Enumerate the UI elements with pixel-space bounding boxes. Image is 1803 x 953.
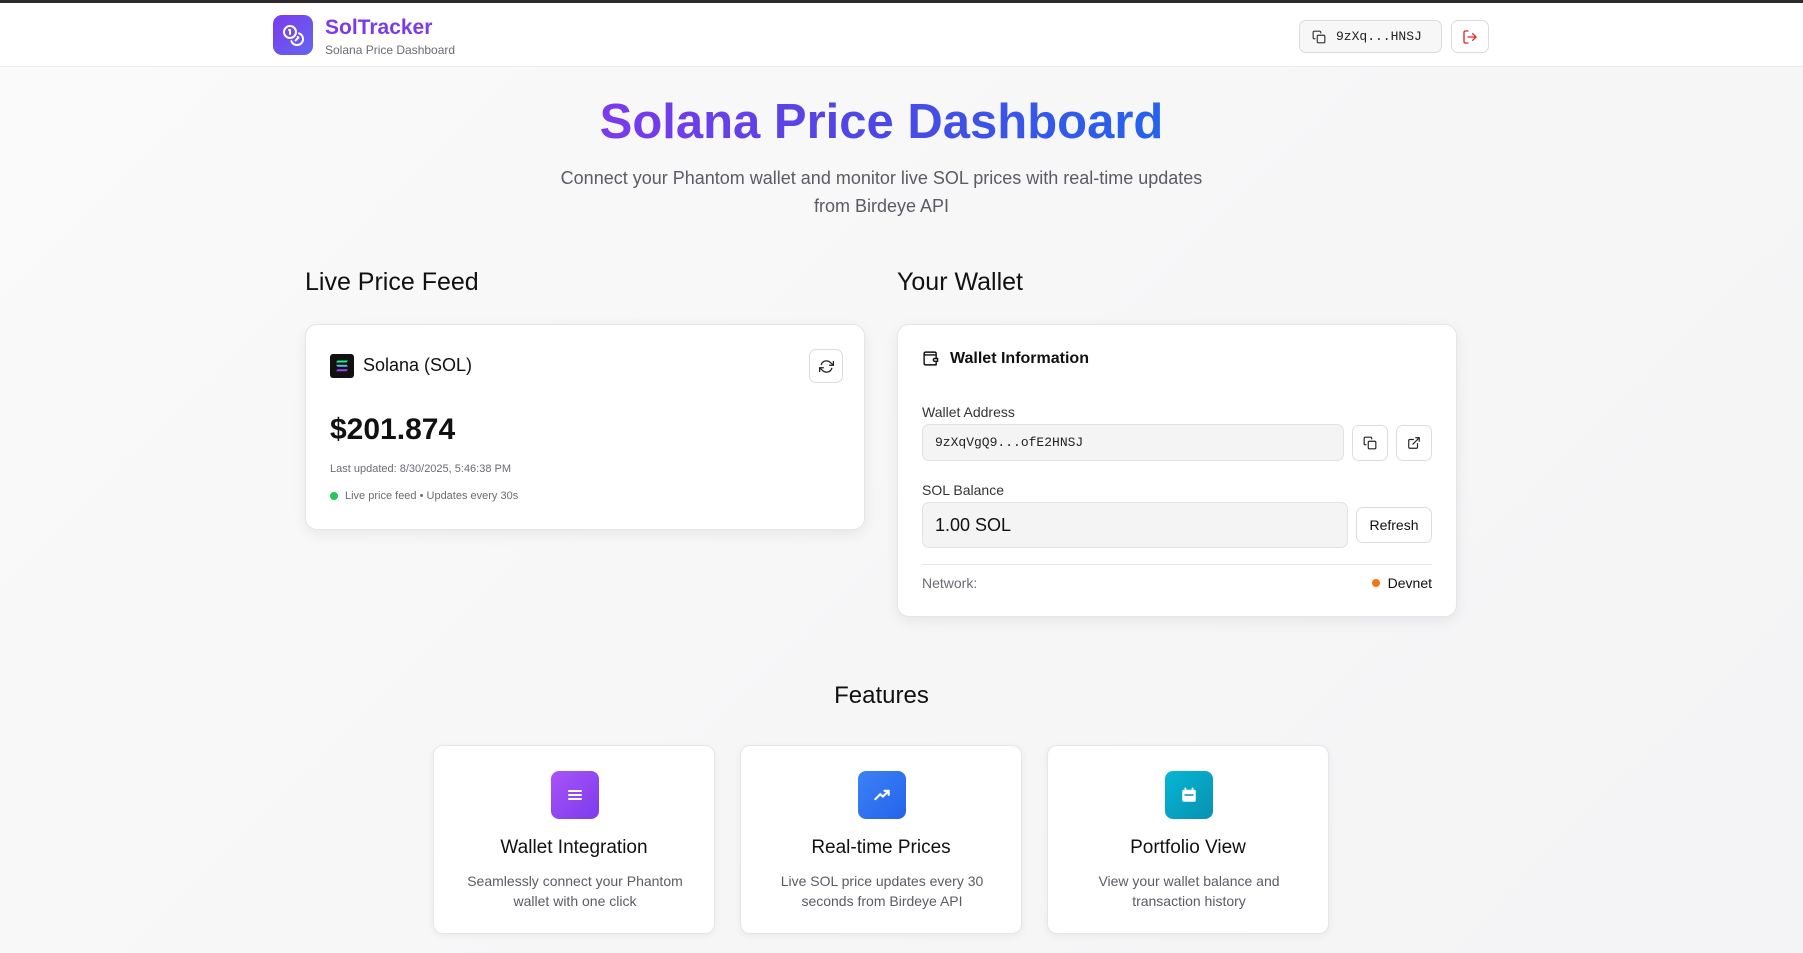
network-value: Devnet bbox=[1387, 575, 1432, 591]
open-explorer-button[interactable] bbox=[1396, 425, 1432, 461]
calendar-icon bbox=[1165, 771, 1213, 819]
sol-balance-label: SOL Balance bbox=[922, 482, 1004, 498]
short-wallet-address: 9zXq...HNSJ bbox=[1336, 29, 1422, 44]
network-status: Devnet bbox=[1371, 575, 1432, 591]
brand-subtitle: Solana Price Dashboard bbox=[325, 43, 456, 57]
wallet-card: Wallet Information Wallet Address 9zXqVg… bbox=[897, 324, 1457, 617]
feature-card-wallet-integration: Wallet Integration Seamlessly connect yo… bbox=[433, 745, 715, 934]
feature-title: Portfolio View bbox=[1130, 837, 1246, 858]
refresh-price-button[interactable] bbox=[809, 349, 843, 383]
page-subtitle-line-2: from Birdeye API bbox=[813, 196, 950, 216]
copy-address-button[interactable] bbox=[1352, 425, 1388, 461]
sol-balance-value: 1.00 SOL bbox=[935, 514, 1012, 535]
features-heading: Features bbox=[834, 682, 929, 709]
trending-up-icon bbox=[858, 771, 906, 819]
price-card: Solana (SOL) $201.874 Last updated: 8/30… bbox=[305, 324, 865, 530]
feature-description-line-2: wallet with one click bbox=[513, 893, 637, 909]
page-subtitle: Connect your Phantom wallet and monitor … bbox=[0, 164, 1763, 220]
feature-description-line-1: Live SOL price updates every 30 bbox=[780, 873, 984, 889]
feature-description: View your wallet balance and transaction… bbox=[1068, 871, 1310, 911]
token-name: Solana (SOL) bbox=[363, 355, 473, 375]
wallet-icon bbox=[923, 351, 939, 366]
brand-title: SolTracker bbox=[325, 16, 433, 39]
network-label: Network: bbox=[922, 575, 978, 591]
wallet-address-field[interactable]: 9zXqVgQ9...ofE2HNSJ bbox=[922, 424, 1344, 461]
solana-logo-icon bbox=[330, 354, 354, 378]
external-link-icon bbox=[1408, 437, 1420, 449]
refresh-balance-button[interactable]: Refresh bbox=[1356, 507, 1432, 543]
wallet-section-heading: Your Wallet bbox=[897, 268, 1023, 296]
price-section-heading: Live Price Feed bbox=[305, 268, 479, 296]
logout-icon bbox=[1463, 29, 1477, 44]
wallet-address-value: 9zXqVgQ9...ofE2HNSJ bbox=[935, 435, 1084, 450]
disconnect-button[interactable] bbox=[1451, 20, 1489, 53]
live-status: Live price feed • Updates every 30s bbox=[330, 490, 518, 502]
wallet-address-label: Wallet Address bbox=[922, 404, 1015, 420]
feature-card-real-time-prices: Real-time Prices Live SOL price updates … bbox=[740, 745, 1022, 934]
copy-icon bbox=[1312, 30, 1326, 43]
app-logo[interactable] bbox=[273, 15, 313, 55]
page-title: Solana Price Dashboard bbox=[599, 95, 1164, 149]
divider bbox=[922, 564, 1432, 565]
sol-price: $201.874 bbox=[330, 413, 456, 446]
feature-description-line-1: View your wallet balance and bbox=[1098, 873, 1280, 889]
live-status-dot bbox=[330, 492, 338, 500]
feature-card-portfolio-view: Portfolio View View your wallet balance … bbox=[1047, 745, 1329, 934]
list-icon bbox=[551, 771, 599, 819]
coins-icon bbox=[283, 25, 304, 46]
feature-title: Real-time Prices bbox=[811, 837, 951, 858]
page-subtitle-line-1: Connect your Phantom wallet and monitor … bbox=[560, 168, 1203, 188]
wallet-card-title: Wallet Information bbox=[950, 350, 1089, 367]
copy-address-chip[interactable]: 9zXq...HNSJ bbox=[1299, 20, 1442, 53]
network-status-dot bbox=[1371, 579, 1380, 587]
feature-description: Live SOL price updates every 30 seconds … bbox=[761, 871, 1003, 911]
feature-description: Seamlessly connect your Phantom wallet w… bbox=[454, 871, 696, 911]
live-status-text: Live price feed • Updates every 30s bbox=[345, 490, 519, 502]
feature-description-line-1: Seamlessly connect your Phantom bbox=[467, 873, 683, 889]
refresh-icon bbox=[818, 359, 834, 373]
copy-icon bbox=[1363, 436, 1377, 450]
last-updated: Last updated: 8/30/2025, 5:46:38 PM bbox=[330, 463, 512, 475]
feature-description-line-2: seconds from Birdeye API bbox=[801, 893, 963, 909]
feature-title: Wallet Integration bbox=[500, 837, 648, 858]
feature-description-line-2: transaction history bbox=[1132, 893, 1246, 909]
sol-balance-field: 1.00 SOL bbox=[922, 502, 1348, 548]
app-header: SolTracker Solana Price Dashboard 9zXq..… bbox=[0, 3, 1803, 67]
